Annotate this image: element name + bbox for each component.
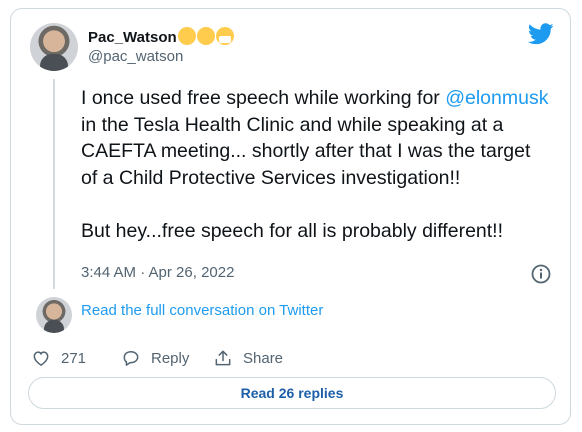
tweet-card: Pac_Watson @pac_watson I once used free … — [10, 8, 571, 425]
tweet-text-para2: But hey...free speech for all is probabl… — [81, 219, 504, 242]
reply-label: Reply — [151, 349, 190, 367]
timestamp[interactable]: 3:44 AM · Apr 26, 2022 — [81, 264, 234, 281]
tweet-text: I once used free speech while working fo… — [81, 85, 551, 244]
twitter-bird-icon[interactable] — [528, 23, 554, 45]
unamused-face-emoji — [177, 27, 196, 45]
info-icon[interactable] — [530, 263, 552, 285]
read-full-conversation-link[interactable]: Read the full conversation on Twitter — [81, 302, 323, 319]
display-name-row[interactable]: Pac_Watson — [88, 27, 234, 48]
like-button[interactable]: 271 — [31, 347, 86, 369]
tweet-text-part1: I once used free speech while working fo… — [81, 87, 440, 109]
display-name[interactable]: Pac_Watson — [88, 29, 177, 46]
reply-icon — [123, 351, 139, 366]
reply-button[interactable]: Reply — [121, 347, 189, 369]
share-icon — [215, 350, 231, 366]
face-with-medical-mask-emoji — [215, 27, 234, 45]
mention-link[interactable]: @elonmusk — [445, 87, 548, 109]
heart-icon — [33, 351, 49, 366]
share-button[interactable]: Share — [213, 347, 283, 369]
thread-line — [53, 79, 55, 289]
read-replies-button[interactable]: Read 26 replies — [28, 377, 556, 409]
user-handle[interactable]: @pac_watson — [88, 48, 183, 65]
avatar-small — [36, 297, 72, 333]
share-label: Share — [243, 349, 284, 367]
like-count: 271 — [61, 349, 87, 367]
face-with-thermometer-emoji — [196, 27, 215, 45]
avatar[interactable] — [30, 23, 78, 71]
tweet-text-part2: in the Tesla Health Clinic and while spe… — [81, 113, 531, 189]
